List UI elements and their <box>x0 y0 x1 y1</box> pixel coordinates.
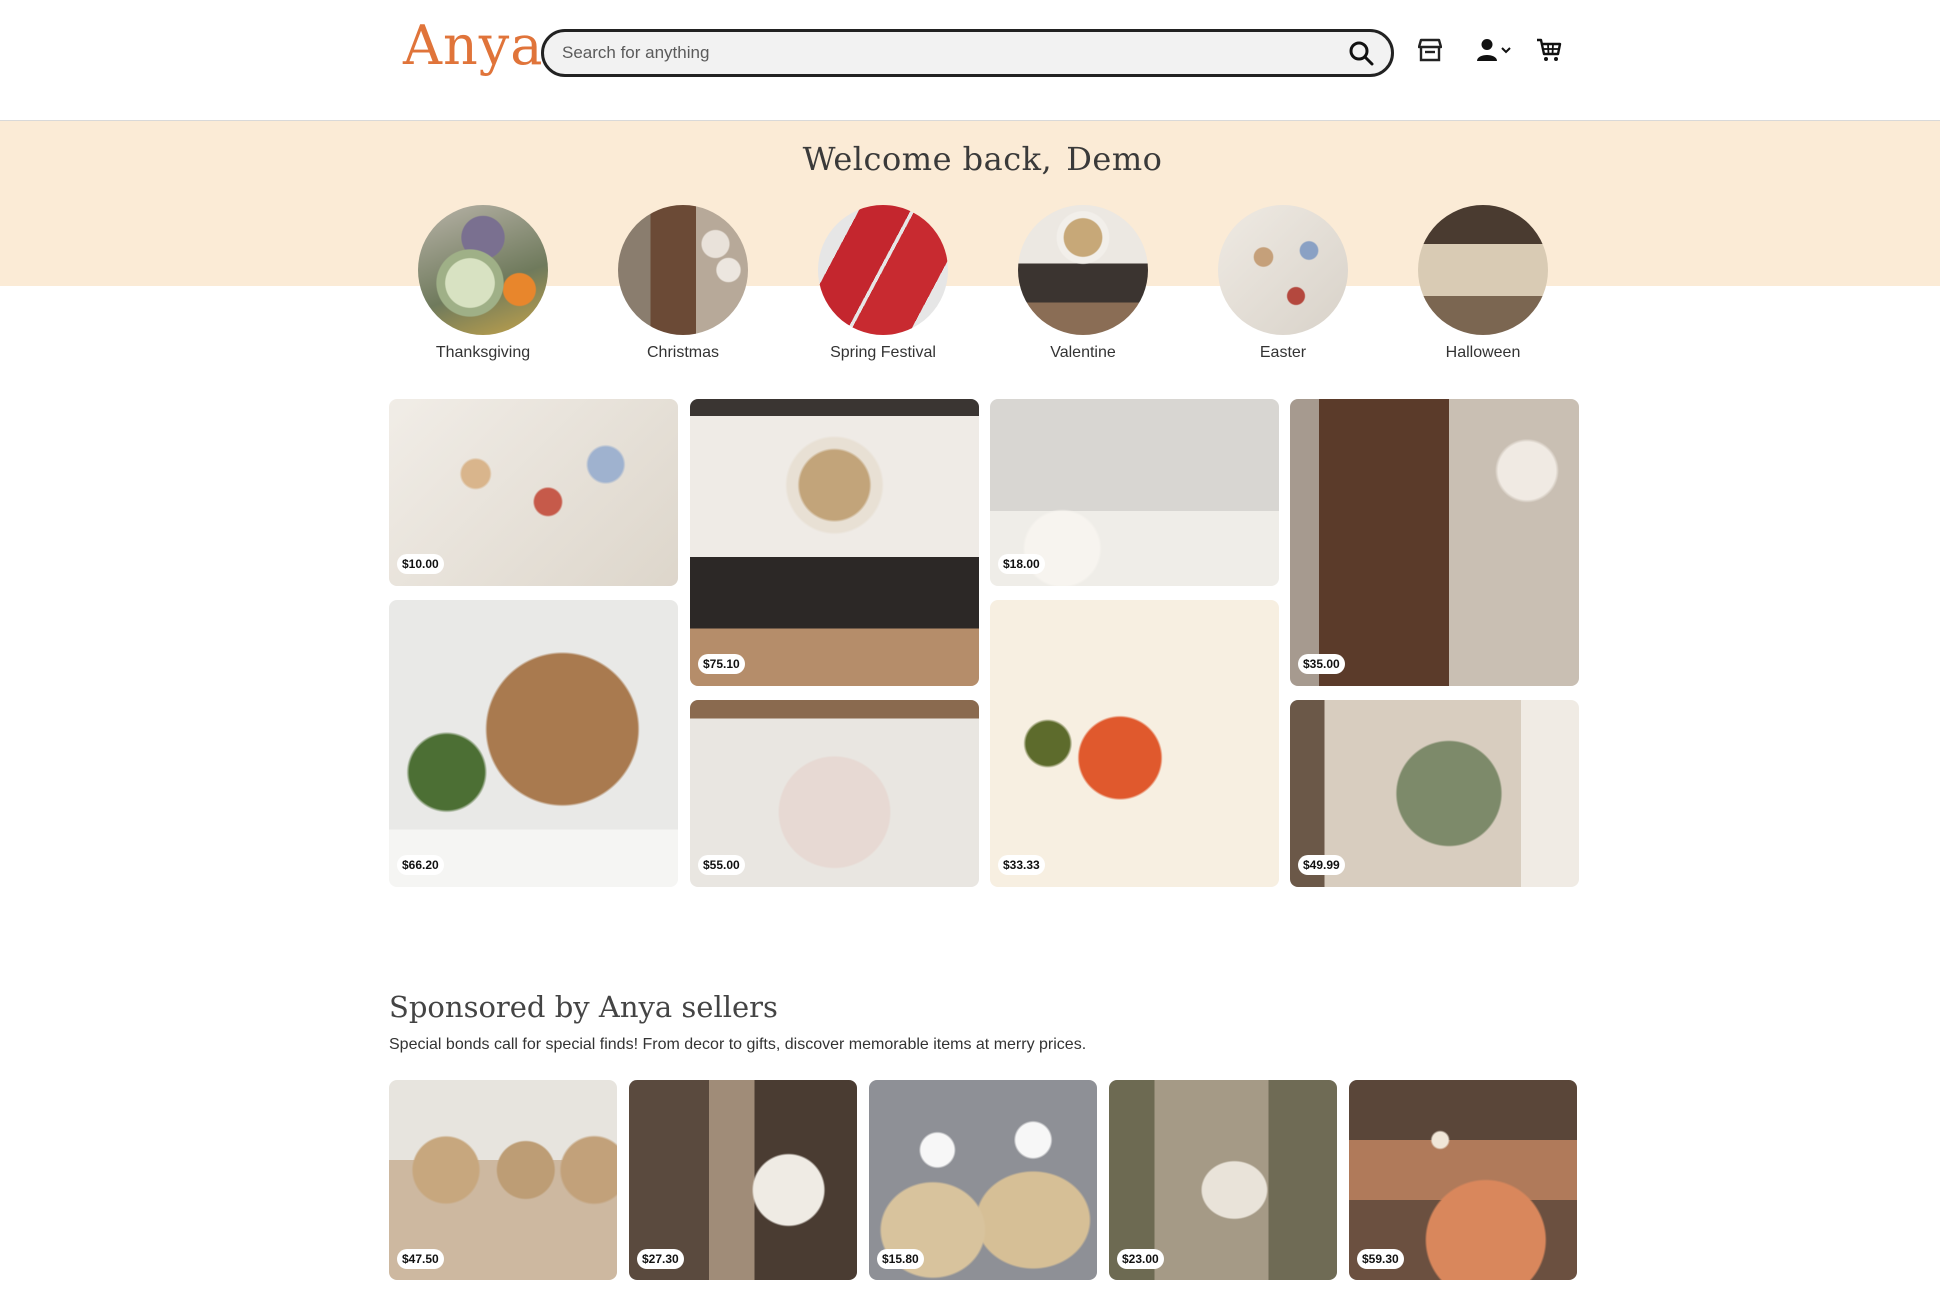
category-image <box>1218 205 1348 335</box>
product-tile[interactable]: $18.00 <box>990 399 1279 586</box>
product-tile[interactable]: $75.10 <box>690 399 979 686</box>
sponsored-item[interactable]: $59.30 <box>1349 1080 1577 1280</box>
category-label: Spring Festival <box>830 344 936 361</box>
category-thanksgiving[interactable]: Thanksgiving <box>383 205 583 362</box>
sponsored-item[interactable]: $23.00 <box>1109 1080 1337 1280</box>
welcome-greeting: Welcome back, <box>802 140 1053 178</box>
shop-icon <box>1418 38 1442 62</box>
price-badge: $59.30 <box>1357 1249 1404 1269</box>
sponsored-subtitle: Special bonds call for special finds! Fr… <box>389 1036 1087 1053</box>
price-badge: $66.20 <box>397 855 444 875</box>
price-badge: $27.30 <box>637 1249 684 1269</box>
category-easter[interactable]: Easter <box>1183 205 1383 362</box>
cart-icon <box>1537 38 1562 61</box>
category-label: Valentine <box>1050 344 1116 361</box>
sponsored-item[interactable]: $47.50 <box>389 1080 617 1280</box>
logo[interactable]: Anya <box>403 14 543 77</box>
price-badge: $15.80 <box>877 1249 924 1269</box>
category-image <box>1018 205 1148 335</box>
sponsored-item[interactable]: $27.30 <box>629 1080 857 1280</box>
product-tile[interactable]: $35.00 <box>1290 399 1579 686</box>
category-halloween[interactable]: Halloween <box>1383 205 1583 362</box>
product-tile[interactable]: $55.00 <box>690 700 979 887</box>
search-icon <box>1349 41 1374 66</box>
category-christmas[interactable]: Christmas <box>583 205 783 362</box>
price-badge: $33.33 <box>998 855 1045 875</box>
category-label: Thanksgiving <box>435 344 531 361</box>
price-badge: $55.00 <box>698 855 745 875</box>
welcome-message: Welcome back, Demo <box>0 140 1940 178</box>
price-badge: $35.00 <box>1298 654 1345 674</box>
search-input[interactable] <box>562 32 1322 74</box>
category-valentine[interactable]: Valentine <box>983 205 1183 362</box>
product-tile[interactable]: $10.00 <box>389 399 678 586</box>
category-label: Halloween <box>1445 344 1521 361</box>
category-label: Easter <box>1259 344 1307 361</box>
category-image <box>1418 205 1548 335</box>
category-spring-festival[interactable]: Spring Festival <box>783 205 983 362</box>
category-label: Christmas <box>646 344 719 361</box>
category-row: Thanksgiving Christmas Spring Festival V… <box>0 205 1940 375</box>
price-badge: $49.99 <box>1298 855 1345 875</box>
price-badge: $75.10 <box>698 654 745 674</box>
price-badge: $18.00 <box>998 554 1045 574</box>
price-badge: $47.50 <box>397 1249 444 1269</box>
product-tile[interactable]: $49.99 <box>1290 700 1579 887</box>
site-header: Anya <box>0 0 1940 121</box>
sponsored-title: Sponsored by Anya sellers <box>389 990 778 1024</box>
product-tile[interactable]: $33.33 <box>990 600 1279 887</box>
category-image <box>818 205 948 335</box>
shop-button[interactable] <box>1418 35 1442 65</box>
price-badge: $23.00 <box>1117 1249 1164 1269</box>
sponsored-item[interactable]: $15.80 <box>869 1080 1097 1280</box>
user-icon <box>1477 39 1497 61</box>
category-image <box>618 205 748 335</box>
account-menu-button[interactable] <box>1476 35 1512 65</box>
category-image <box>418 205 548 335</box>
chevron-down-icon <box>1501 47 1511 54</box>
cart-button[interactable] <box>1536 35 1562 65</box>
search-button[interactable] <box>1347 40 1375 68</box>
search-bar <box>541 29 1394 77</box>
price-badge: $10.00 <box>397 554 444 574</box>
product-tile[interactable]: $66.20 <box>389 600 678 887</box>
user-name: Demo <box>1066 140 1163 178</box>
